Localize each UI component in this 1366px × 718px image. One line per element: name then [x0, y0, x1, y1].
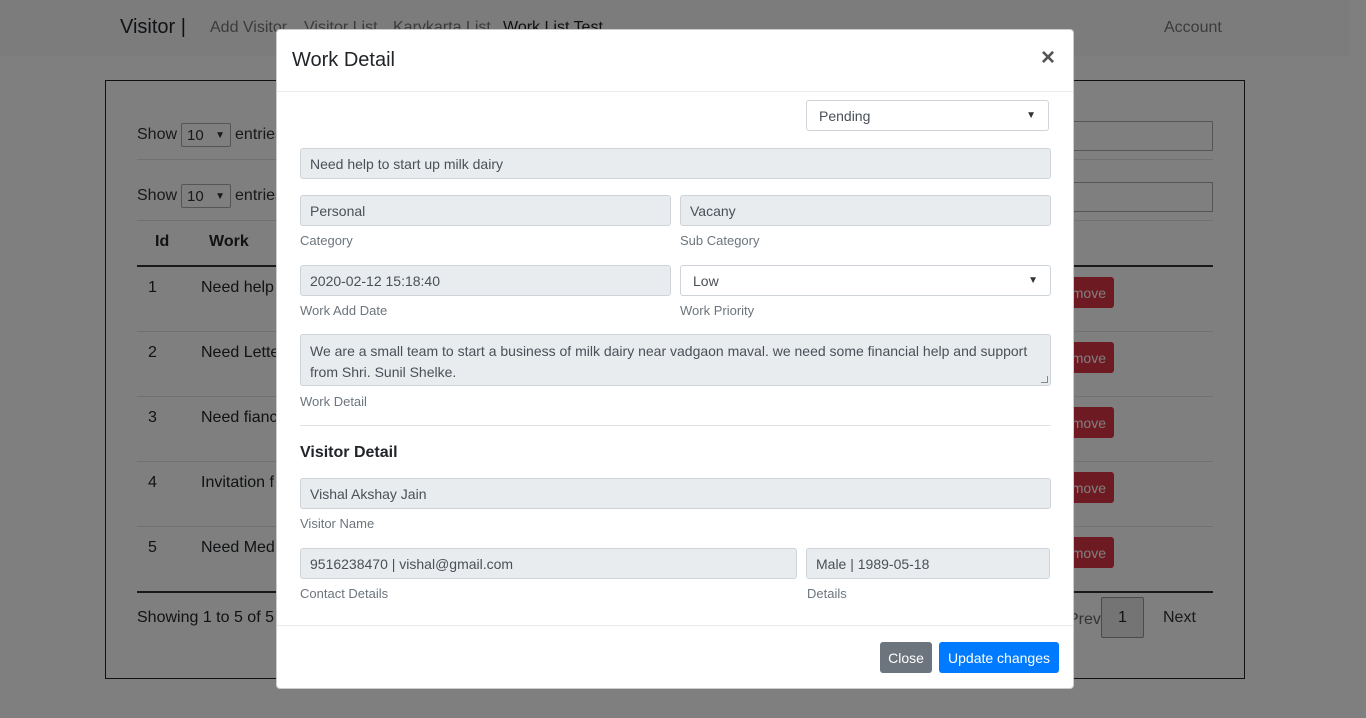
details-field[interactable]: Male | 1989-05-18: [806, 548, 1050, 579]
work-priority-select[interactable]: Low ▼: [680, 265, 1051, 296]
work-add-date-field[interactable]: 2020-02-12 15:18:40: [300, 265, 671, 296]
work-detail-modal: Work Detail × Pending ▼ Need help to sta…: [276, 29, 1074, 689]
close-icon[interactable]: ×: [1041, 46, 1055, 70]
modal-footer: [277, 625, 1073, 626]
work-add-date-label: Work Add Date: [300, 303, 388, 318]
visitor-name-label: Visitor Name: [300, 516, 375, 531]
caret-down-icon: ▼: [1026, 110, 1036, 121]
contact-details-label: Contact Details: [300, 586, 389, 601]
visitor-name-field[interactable]: Vishal Akshay Jain: [300, 478, 1051, 509]
section-divider: [300, 425, 1051, 426]
modal-header: Work Detail ×: [277, 30, 1073, 92]
work-title-field[interactable]: Need help to start up milk dairy: [300, 148, 1051, 179]
contact-details-field[interactable]: 9516238470 | vishal@gmail.com: [300, 548, 797, 579]
category-label: Category: [300, 233, 353, 248]
resize-handle-icon[interactable]: [1041, 376, 1048, 383]
modal-title: Work Detail: [292, 49, 395, 71]
work-priority-label: Work Priority: [680, 303, 755, 318]
category-field[interactable]: Personal: [300, 195, 671, 226]
work-detail-textarea[interactable]: We are a small team to start a business …: [300, 334, 1051, 386]
work-detail-text: We are a small team to start a business …: [310, 343, 1028, 380]
visitor-detail-heading: Visitor Detail: [300, 444, 398, 461]
status-select[interactable]: Pending ▼: [806, 100, 1049, 131]
close-button[interactable]: Close: [880, 642, 932, 673]
work-detail-label: Work Detail: [300, 394, 367, 409]
details-label: Details: [807, 586, 847, 601]
work-priority-value: Low: [693, 272, 719, 289]
update-changes-button[interactable]: Update changes: [939, 642, 1059, 673]
sub-category-field[interactable]: Vacany: [680, 195, 1051, 226]
status-value: Pending: [819, 107, 871, 124]
sub-category-label: Sub Category: [680, 233, 760, 248]
caret-down-icon: ▼: [1028, 275, 1038, 286]
